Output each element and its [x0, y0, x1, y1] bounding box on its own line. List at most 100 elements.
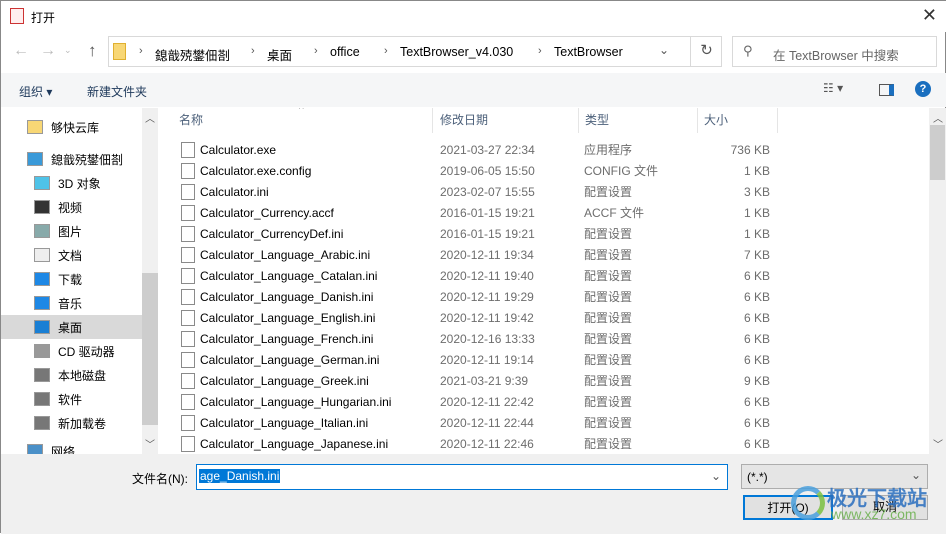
column-header-date[interactable]: 修改日期 [434, 108, 579, 133]
file-row[interactable]: Calculator_Language_Japanese.ini 2020-12-… [161, 434, 781, 454]
file-date: 2020-12-11 19:40 [440, 269, 534, 283]
breadcrumb-separator-icon[interactable]: › [538, 45, 542, 57]
file-row[interactable]: Calculator_Language_German.ini 2020-12-11… [161, 350, 781, 371]
file-name: Calculator.exe.config [200, 164, 312, 178]
filename-label: 文件名(N): [132, 472, 188, 486]
scroll-up-icon[interactable]: ︿ [933, 110, 943, 125]
breadcrumb-item[interactable]: office [330, 45, 360, 59]
file-date: 2020-12-11 19:34 [440, 248, 534, 262]
file-name: Calculator_Language_Italian.ini [200, 416, 369, 430]
sidebar-item[interactable]: 文档 [1, 243, 142, 267]
file-row[interactable]: Calculator_CurrencyDef.ini 2016-01-15 19:… [161, 224, 781, 245]
search-input[interactable]: ⚲ 在 TextBrowser 中搜索 [732, 36, 937, 67]
file-row[interactable]: Calculator_Language_English.ini 2020-12-1… [161, 308, 781, 329]
sidebar-item[interactable]: 够快云库 [1, 115, 142, 139]
sidebar-item[interactable]: 3D 对象 [1, 171, 142, 195]
disk-icon [34, 368, 50, 382]
toolbar: 组织 ▾ 新建文件夹 ☷ ▾ ? [1, 73, 946, 107]
dialog-footer: 文件名(N): age_Danish.ini ⌄ (*.*) ⌄ 打开(O) 取… [1, 454, 946, 534]
file-size: 736 KB [730, 143, 770, 157]
file-list-scroll-thumb[interactable] [930, 125, 945, 180]
breadcrumb-item[interactable]: TextBrowser [554, 45, 623, 59]
sidebar-item[interactable]: 鎴戠殑鐢佃剳 [1, 147, 142, 171]
file-row[interactable]: Calculator_Currency.accf 2016-01-15 19:21… [161, 203, 781, 224]
breadcrumb-item[interactable]: 鎴戠殑鐢佃剳 [155, 45, 230, 64]
filename-dropdown-icon[interactable]: ⌄ [711, 469, 721, 483]
sidebar-scrollbar[interactable]: ︿ ﹀ [142, 108, 158, 454]
picture-icon [34, 224, 50, 238]
column-header-type[interactable]: 类型 [579, 108, 698, 133]
computer-icon [27, 152, 43, 166]
breadcrumb-item[interactable]: TextBrowser_v4.030 [400, 45, 513, 59]
breadcrumb-separator-icon[interactable]: › [139, 45, 143, 57]
scroll-down-icon[interactable]: ﹀ [145, 436, 155, 451]
file-size: 6 KB [743, 269, 770, 283]
up-button[interactable]: ↑ [88, 41, 97, 61]
file-date: 2021-03-21 9:39 [440, 374, 529, 388]
organize-menu[interactable]: 组织 ▾ [19, 83, 52, 100]
settings-file-icon [181, 394, 195, 410]
file-row[interactable]: Calculator_Language_French.ini 2020-12-16… [161, 329, 781, 350]
sidebar-item[interactable]: 音乐 [1, 291, 142, 315]
file-row[interactable]: Calculator_Language_Greek.ini 2021-03-21 … [161, 371, 781, 392]
desktop-icon [34, 320, 50, 334]
sidebar-item-label: 下载 [58, 272, 83, 287]
refresh-button[interactable]: ↻ [690, 36, 722, 67]
file-date: 2021-03-27 22:34 [440, 143, 535, 157]
title-bar: 打开 ✕ [1, 1, 946, 32]
sidebar-item[interactable]: 网络 [1, 439, 142, 454]
sidebar-item[interactable]: 桌面 [1, 315, 142, 339]
file-date: 2020-12-11 22:46 [440, 437, 534, 451]
sidebar-item-label: 3D 对象 [58, 176, 101, 191]
breadcrumb-separator-icon[interactable]: › [384, 45, 388, 57]
address-bar[interactable]: › 鎴戠殑鐢佃剳 › 桌面 › office › TextBrowser_v4.030 › Tex… [108, 36, 722, 67]
filename-input[interactable]: age_Danish.ini ⌄ [196, 464, 728, 490]
file-row[interactable]: Calculator_Language_Italian.ini 2020-12-1… [161, 413, 781, 434]
settings-file-icon [181, 352, 195, 368]
file-type: 配置设置 [584, 311, 633, 325]
new-folder-button[interactable]: 新建文件夹 [87, 83, 147, 100]
file-size: 6 KB [743, 416, 770, 430]
file-row[interactable]: Calculator.ini 2023-02-07 15:55 配置设置 3 KB [161, 182, 781, 203]
sidebar-item[interactable]: CD 驱动器 [1, 339, 142, 363]
help-icon[interactable]: ? [915, 81, 931, 97]
file-size: 9 KB [743, 374, 770, 388]
sidebar-item[interactable]: 下载 [1, 267, 142, 291]
file-row[interactable]: Calculator.exe 2021-03-27 22:34 应用程序 736 KB [161, 140, 781, 161]
file-row[interactable]: Calculator_Language_Catalan.ini 2020-12-1… [161, 266, 781, 287]
sidebar-item[interactable]: 图片 [1, 219, 142, 243]
breadcrumb-separator-icon[interactable]: › [251, 45, 255, 57]
preview-pane-icon[interactable] [879, 84, 894, 96]
network-icon [27, 444, 43, 454]
column-header-name[interactable]: 名称 [173, 108, 433, 133]
file-row[interactable]: Calculator_Language_Arabic.ini 2020-12-11… [161, 245, 781, 266]
file-date: 2020-12-11 19:14 [440, 353, 534, 367]
settings-file-icon [181, 247, 195, 263]
recent-dropdown-icon[interactable]: ⌄ [64, 45, 72, 56]
breadcrumb-item[interactable]: 桌面 [267, 45, 292, 64]
window-title: 打开 [31, 11, 56, 25]
file-name: Calculator_Language_Arabic.ini [200, 248, 371, 262]
disk-icon [34, 416, 50, 430]
file-row[interactable]: Calculator_Language_Danish.ini 2020-12-11… [161, 287, 781, 308]
sidebar-item[interactable]: 本地磁盘 [1, 363, 142, 387]
scroll-down-icon[interactable]: ﹀ [933, 436, 943, 451]
sidebar-item[interactable]: 新加载卷 [1, 411, 142, 435]
view-options-icon[interactable]: ☷ ▾ [823, 81, 843, 95]
file-list-scrollbar[interactable]: ︿ ﹀ [929, 108, 946, 454]
sidebar-item[interactable]: 视频 [1, 195, 142, 219]
back-button[interactable]: ← [13, 42, 29, 60]
forward-button[interactable]: → [40, 42, 56, 60]
scroll-up-icon[interactable]: ︿ [145, 110, 155, 125]
close-icon[interactable]: ✕ [922, 5, 937, 26]
breadcrumb-separator-icon[interactable]: › [314, 45, 318, 57]
sidebar-item[interactable]: 软件 [1, 387, 142, 411]
file-row[interactable]: Calculator.exe.config 2019-06-05 15:50 CON… [161, 161, 781, 182]
address-dropdown-icon[interactable]: ⌄ [659, 43, 669, 57]
file-type: 配置设置 [584, 248, 633, 262]
navigation-pane: 够快云库鎴戠殑鐢佃剳 3D 对象视频 图片 文档下载音乐 桌面 CD 驱动器 本地磁盘 软件新… [1, 108, 158, 454]
column-header-size[interactable]: 大小 [698, 108, 778, 133]
sidebar-scroll-thumb[interactable] [142, 273, 158, 425]
settings-file-icon [181, 226, 195, 242]
file-row[interactable]: Calculator_Language_Hungarian.ini 2020-12… [161, 392, 781, 413]
